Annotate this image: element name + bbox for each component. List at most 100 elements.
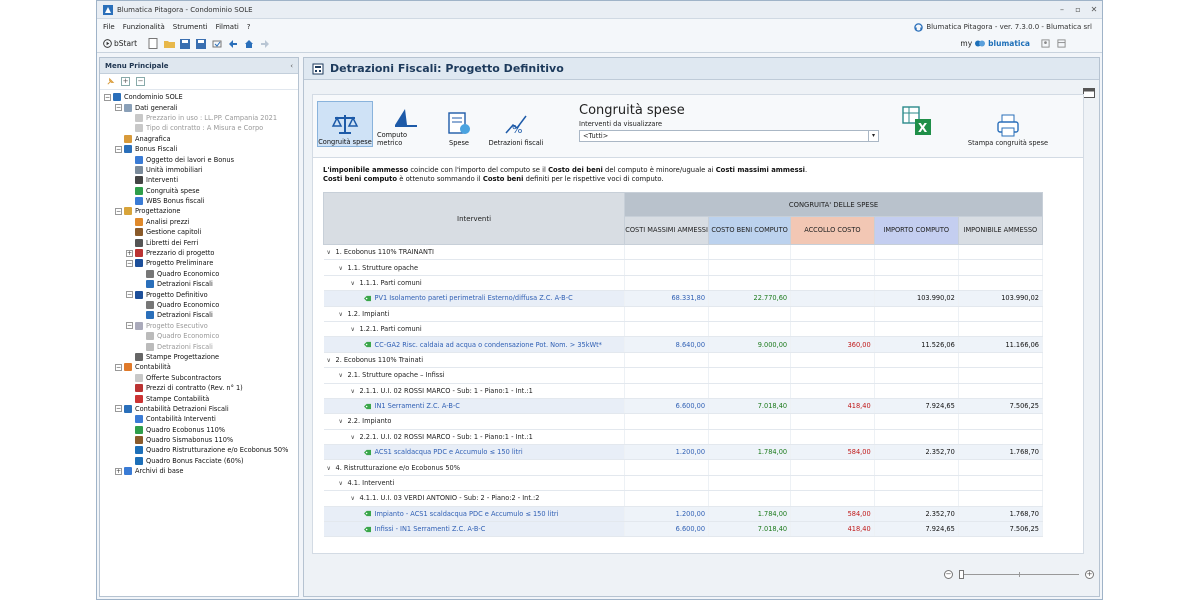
open-folder-icon[interactable] [163,38,175,50]
table-row[interactable]: ∨ 1. Ecobonus 110% TRAINANTI [323,244,1044,261]
minimize-button[interactable]: – [1054,5,1070,14]
tree-item[interactable]: Quadro Economico [100,300,298,310]
menu-filmati[interactable]: Filmati [216,23,239,31]
tree-item[interactable]: − Contabilità Detrazioni Fiscali [100,404,298,414]
forward-arrow-icon[interactable] [259,38,271,50]
tree-item[interactable]: Offerte Subcontractors [100,373,298,383]
chevron-down-icon[interactable]: ∨ [327,357,336,364]
chevron-down-icon[interactable]: ∨ [351,434,360,441]
cell-intervento[interactable]: Impianto - ACS1 scaldacqua PDC e Accumul… [323,506,626,523]
menu-strumenti[interactable]: Strumenti [173,23,208,31]
collapse-node-icon[interactable]: − [126,291,133,299]
chevron-down-icon[interactable]: ∨ [339,418,348,425]
cell-intervento[interactable]: ∨ 1.2.1. Parti comuni [323,321,626,338]
chevron-down-icon[interactable]: ∨ [339,311,348,318]
home-icon[interactable] [243,38,255,50]
options-icon[interactable] [211,38,223,50]
zoom-out-button[interactable]: − [944,569,953,579]
zoom-in-button[interactable]: + [1085,569,1094,579]
chevron-down-icon[interactable]: ∨ [339,265,348,272]
cell-intervento[interactable]: ∨ 2.1.1. U.I. 02 ROSSI MARCO - Sub: 1 - P… [323,383,626,399]
cell-intervento[interactable]: ∨ 4.1.1. U.I. 03 VERDI ANTONIO - Sub: 2 -… [323,490,626,507]
table-row[interactable]: ∨ 1.1.1. Parti comuni [323,275,1044,292]
chevron-down-icon[interactable]: ∨ [351,280,360,287]
cell-intervento[interactable]: CC-GA2 Risc. caldaia ad acqua o condensa… [323,336,626,353]
collapse-node-icon[interactable]: − [104,93,111,101]
col-costo-beni[interactable]: COSTO BENI COMPUTO [708,216,792,245]
chevron-down-icon[interactable]: ∨ [339,480,348,487]
tree-item[interactable]: Detrazioni Fiscali [100,310,298,320]
tree-item[interactable]: Detrazioni Fiscali [100,341,298,351]
collapse-node-icon[interactable]: − [115,363,122,371]
table-row[interactable]: ∨ 2.1.1. U.I. 02 ROSSI MARCO - Sub: 1 - P… [323,383,1044,399]
cell-intervento[interactable]: ∨ 1.1. Strutture opache [323,259,626,276]
tree-item[interactable]: − Progetto Definitivo [100,289,298,299]
tree-item[interactable]: Oggetto dei lavori e Bonus [100,154,298,164]
cell-intervento[interactable]: Infissi - IN1 Serramenti Z.C. A-B-C [323,521,626,538]
tree-item[interactable]: Detrazioni Fiscali [100,279,298,289]
collapse-node-icon[interactable]: − [115,207,122,215]
stampa-congruita-button[interactable]: Stampa congruità spese [963,101,1053,147]
interventi-select[interactable]: <Tutti> ▾ [579,130,879,142]
cell-intervento[interactable]: ∨ 4. Ristrutturazione e/o Ecobonus 50% [323,459,626,476]
chevron-down-icon[interactable]: ▾ [868,131,878,141]
table-row[interactable]: ∨ 1.2. Impianti [323,306,1044,322]
account-icon[interactable] [1041,39,1050,48]
tree-item[interactable]: − Dati generali [100,102,298,112]
spese-button[interactable]: Spese [437,101,481,147]
congruita-spese-button[interactable]: Congruità spese [317,101,373,147]
chevron-down-icon[interactable]: ∨ [351,388,360,395]
tree-item[interactable]: Unità immobiliari [100,165,298,175]
table-row[interactable]: ACS1 scaldacqua PDC e Accumulo ≤ 150 lit… [323,444,1044,461]
table-row[interactable]: ∨ 2.2. Impianto [323,413,1044,430]
zoom-slider-thumb[interactable] [959,569,964,579]
export-excel-button[interactable]: X [901,105,935,141]
tree-item[interactable]: Quadro Ecobonus 110% [100,425,298,435]
zoom-slider[interactable] [959,569,1079,579]
table-row[interactable]: ∨ 2.2.1. U.I. 02 ROSSI MARCO - Sub: 1 - P… [323,429,1044,446]
table-row[interactable]: ∨ 4.1.1. U.I. 03 VERDI ANTONIO - Sub: 2 -… [323,490,1044,507]
expand-all-icon[interactable]: + [121,77,130,86]
tree-item[interactable]: Interventi [100,175,298,185]
tree-item[interactable]: Congruità spese [100,186,298,196]
new-file-icon[interactable] [147,38,159,50]
tree-item[interactable]: Quadro Bonus Facciate (60%) [100,456,298,466]
my-blumatica-link[interactable]: my blumatica [960,39,1066,48]
tree-item[interactable]: − Progettazione [100,206,298,216]
col-interventi[interactable]: Interventi [322,192,626,245]
pin-icon[interactable] [106,77,115,86]
chevron-down-icon[interactable]: ∨ [351,326,360,333]
expand-node-icon[interactable]: + [126,249,133,257]
tree-item[interactable]: Contabilità Interventi [100,414,298,424]
collapse-node-icon[interactable]: − [115,145,122,153]
cell-intervento[interactable]: IN1 Serramenti Z.C. A-B-C [323,398,626,415]
table-row[interactable]: Infissi - IN1 Serramenti Z.C. A-B-C 6.600… [323,521,1044,538]
chevron-down-icon[interactable]: ∨ [351,495,360,502]
tree-item[interactable]: − Progetto Esecutivo [100,321,298,331]
tree-item[interactable]: Quadro Ristrutturazione e/o Ecobonus 50% [100,445,298,455]
chevron-down-icon[interactable]: ∨ [327,465,336,472]
tree-item[interactable]: + Prezzario di progetto [100,248,298,258]
cell-intervento[interactable]: ∨ 2.2.1. U.I. 02 ROSSI MARCO - Sub: 1 - P… [323,429,626,446]
menu-file[interactable]: File [103,23,115,31]
tree-item[interactable]: − Condominio SOLE [100,92,298,102]
menu-funzionalita[interactable]: Funzionalità [123,23,165,31]
menu-help[interactable]: ? [247,23,251,31]
table-row[interactable]: ∨ 1.2.1. Parti comuni [323,321,1044,338]
cell-intervento[interactable]: ACS1 scaldacqua PDC e Accumulo ≤ 150 lit… [323,444,626,461]
table-row[interactable]: CC-GA2 Risc. caldaia ad acqua o condensa… [323,336,1044,353]
tree-item[interactable]: Prezzario in uso : LL.PP. Campania 2021 [100,113,298,123]
table-row[interactable]: Impianto - ACS1 scaldacqua PDC e Accumul… [323,506,1044,523]
tree-item[interactable]: Libretti dei Ferri [100,237,298,247]
table-row[interactable]: ∨ 2.1. Strutture opache – Infissi [323,367,1044,384]
tree-item[interactable]: Anagrafica [100,134,298,144]
table-row[interactable]: ∨ 4. Ristrutturazione e/o Ecobonus 50% [323,459,1044,476]
cell-intervento[interactable]: ∨ 2.2. Impianto [323,413,626,430]
tree-item[interactable]: − Bonus Fiscali [100,144,298,154]
collapse-node-icon[interactable]: − [115,104,122,112]
tree-item[interactable]: Analisi prezzi [100,217,298,227]
detrazioni-fiscali-button[interactable]: % Detrazioni fiscali [485,101,547,147]
tree-item[interactable]: − Progetto Preliminare [100,258,298,268]
tree-item[interactable]: + Archivi di base [100,466,298,476]
tree-item[interactable]: Quadro Economico [100,331,298,341]
